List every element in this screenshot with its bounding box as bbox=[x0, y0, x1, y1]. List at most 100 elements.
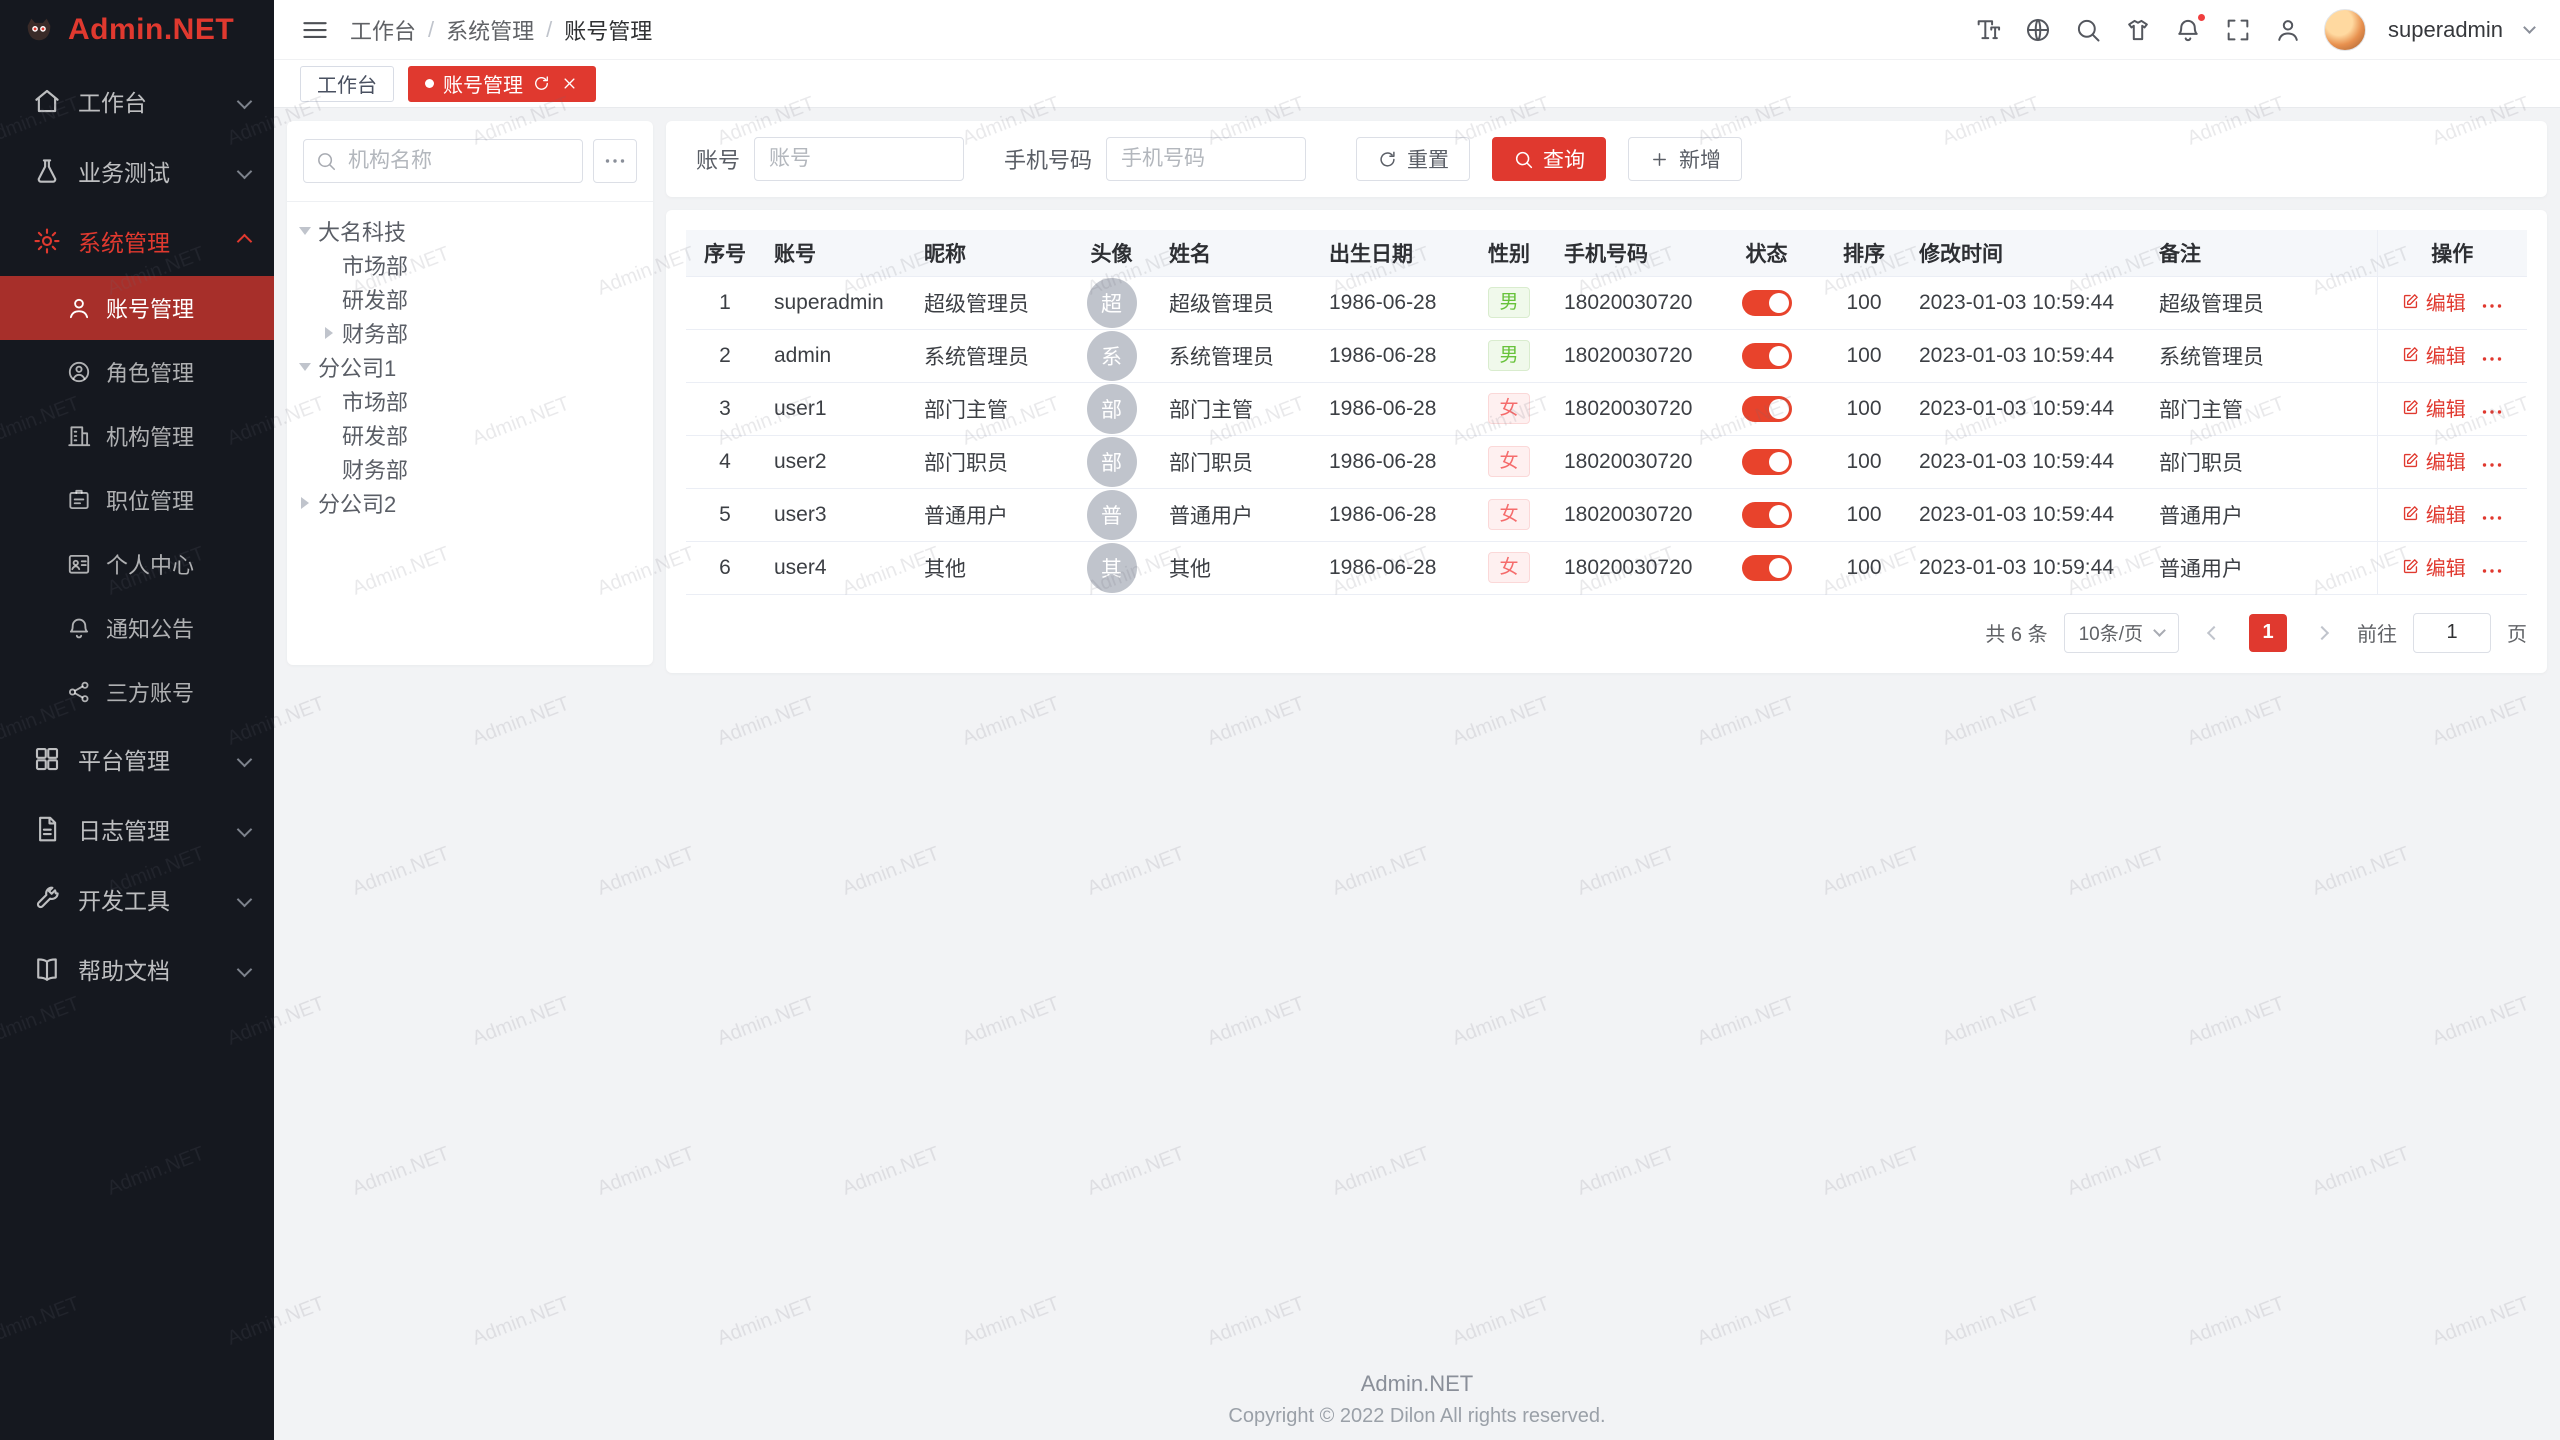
tree-caret-icon[interactable] bbox=[301, 497, 309, 509]
sidebar-item-workbench[interactable]: 工作台 bbox=[0, 66, 274, 136]
row-more-button[interactable] bbox=[2480, 559, 2504, 583]
add-button[interactable]: 新增 bbox=[1628, 137, 1742, 181]
tree-node-label: 分公司2 bbox=[318, 487, 396, 519]
share-icon bbox=[66, 679, 92, 705]
filter-buttons: 重置 查询 新增 bbox=[1356, 137, 1742, 181]
tab-workbench[interactable]: 工作台 bbox=[300, 66, 394, 102]
language-icon[interactable] bbox=[2024, 16, 2052, 44]
org-search-input[interactable] bbox=[303, 139, 583, 183]
notification-icon[interactable] bbox=[2174, 16, 2202, 44]
birthday-cell: 1986-06-28 bbox=[1319, 488, 1464, 541]
sidebar-item-label: 账号管理 bbox=[106, 292, 194, 324]
edit-button[interactable]: 编辑 bbox=[2401, 552, 2466, 581]
phone-filter-input[interactable] bbox=[1106, 137, 1306, 181]
breadcrumb-item[interactable]: 系统管理 bbox=[446, 14, 534, 46]
log-icon bbox=[32, 814, 62, 844]
status-toggle[interactable] bbox=[1742, 396, 1792, 422]
refresh-icon[interactable] bbox=[532, 74, 551, 93]
sidebar-item-post[interactable]: 职位管理 bbox=[0, 468, 274, 532]
sidebar-item-label: 系统管理 bbox=[78, 224, 239, 258]
sidebar-item-label: 职位管理 bbox=[106, 484, 194, 516]
sort-cell: 100 bbox=[1819, 541, 1909, 594]
sidebar-item-notice[interactable]: 通知公告 bbox=[0, 596, 274, 660]
actions-cell: 编辑 bbox=[2377, 435, 2527, 488]
reset-button[interactable]: 重置 bbox=[1356, 137, 1470, 181]
status-toggle[interactable] bbox=[1742, 502, 1792, 528]
search-icon[interactable] bbox=[2074, 16, 2102, 44]
sidebar-item-org[interactable]: 机构管理 bbox=[0, 404, 274, 468]
status-cell bbox=[1714, 276, 1819, 329]
status-toggle[interactable] bbox=[1742, 290, 1792, 316]
edit-button[interactable]: 编辑 bbox=[2401, 287, 2466, 316]
close-icon[interactable] bbox=[560, 74, 579, 93]
avatar[interactable] bbox=[2324, 9, 2366, 51]
account-filter-input[interactable] bbox=[754, 137, 964, 181]
phone-cell: 18020030720 bbox=[1554, 488, 1714, 541]
username[interactable]: superadmin bbox=[2388, 17, 2503, 43]
person-icon[interactable] bbox=[2274, 16, 2302, 44]
search-button[interactable]: 查询 bbox=[1492, 137, 1606, 181]
tree-node[interactable]: 分公司1 bbox=[287, 350, 653, 384]
tree-node[interactable]: 财务部 bbox=[287, 452, 653, 486]
org-search-box bbox=[303, 139, 583, 183]
status-toggle[interactable] bbox=[1742, 449, 1792, 475]
row-avatar: 部 bbox=[1087, 437, 1137, 487]
tree-node[interactable]: 研发部 bbox=[287, 418, 653, 452]
chevron-left-icon bbox=[2207, 625, 2221, 639]
tree-node[interactable]: 市场部 bbox=[287, 384, 653, 418]
index-cell: 6 bbox=[686, 541, 764, 594]
theme-icon[interactable] bbox=[2124, 16, 2152, 44]
tree-node[interactable]: 研发部 bbox=[287, 282, 653, 316]
sidebar-item-account[interactable]: 账号管理 bbox=[0, 276, 274, 340]
sidebar-item-role[interactable]: 角色管理 bbox=[0, 340, 274, 404]
row-avatar: 系 bbox=[1087, 331, 1137, 381]
status-toggle[interactable] bbox=[1742, 555, 1792, 581]
actions-cell: 编辑 bbox=[2377, 329, 2527, 382]
row-more-button[interactable] bbox=[2480, 294, 2504, 318]
edit-button[interactable]: 编辑 bbox=[2401, 499, 2466, 528]
edit-button[interactable]: 编辑 bbox=[2401, 393, 2466, 422]
edit-icon bbox=[2401, 345, 2420, 364]
goto-page-input[interactable] bbox=[2413, 613, 2491, 653]
main-area: 工作台/系统管理/账号管理 superadmin 工作台账号管理 bbox=[274, 0, 2560, 1440]
sidebar-item-dev-tools[interactable]: 开发工具 bbox=[0, 864, 274, 934]
tab-account[interactable]: 账号管理 bbox=[408, 66, 596, 102]
sidebar-item-business-test[interactable]: 业务测试 bbox=[0, 136, 274, 206]
org-more-button[interactable] bbox=[593, 139, 637, 183]
sex-cell: 女 bbox=[1464, 382, 1554, 435]
breadcrumb-item[interactable]: 工作台 bbox=[350, 14, 416, 46]
phone-cell: 18020030720 bbox=[1554, 276, 1714, 329]
tree-caret-icon[interactable] bbox=[299, 363, 311, 371]
edit-button[interactable]: 编辑 bbox=[2401, 446, 2466, 475]
menu-toggle-icon[interactable] bbox=[300, 15, 330, 45]
org-panel: 大名科技市场部研发部财务部分公司1市场部研发部财务部分公司2 bbox=[287, 121, 653, 665]
tree-caret-icon[interactable] bbox=[325, 327, 333, 339]
breadcrumb-item[interactable]: 账号管理 bbox=[564, 14, 652, 46]
prev-page-button[interactable] bbox=[2195, 614, 2233, 652]
row-more-button[interactable] bbox=[2480, 400, 2504, 424]
row-more-button[interactable] bbox=[2480, 347, 2504, 371]
status-toggle[interactable] bbox=[1742, 343, 1792, 369]
sidebar-item-help-docs[interactable]: 帮助文档 bbox=[0, 934, 274, 1004]
font-size-icon[interactable] bbox=[1974, 16, 2002, 44]
sidebar-item-profile[interactable]: 个人中心 bbox=[0, 532, 274, 596]
next-page-button[interactable] bbox=[2303, 614, 2341, 652]
chevron-down-icon bbox=[237, 891, 253, 907]
page-size-select[interactable]: 10条/页 bbox=[2064, 613, 2179, 653]
tree-node[interactable]: 市场部 bbox=[287, 248, 653, 282]
row-more-button[interactable] bbox=[2480, 506, 2504, 530]
tree-caret-icon[interactable] bbox=[299, 227, 311, 235]
page-number-1[interactable]: 1 bbox=[2249, 614, 2287, 652]
sidebar-item-log[interactable]: 日志管理 bbox=[0, 794, 274, 864]
sidebar-item-third-account[interactable]: 三方账号 bbox=[0, 660, 274, 724]
fullscreen-icon[interactable] bbox=[2224, 16, 2252, 44]
tree-node[interactable]: 分公司2 bbox=[287, 486, 653, 520]
sidebar-item-platform[interactable]: 平台管理 bbox=[0, 724, 274, 794]
tree-node[interactable]: 财务部 bbox=[287, 316, 653, 350]
goto-label: 前往 bbox=[2357, 618, 2397, 647]
sidebar-item-system[interactable]: 系统管理 bbox=[0, 206, 274, 276]
edit-button-label: 编辑 bbox=[2426, 393, 2466, 422]
tree-node[interactable]: 大名科技 bbox=[287, 214, 653, 248]
edit-button[interactable]: 编辑 bbox=[2401, 340, 2466, 369]
row-more-button[interactable] bbox=[2480, 453, 2504, 477]
